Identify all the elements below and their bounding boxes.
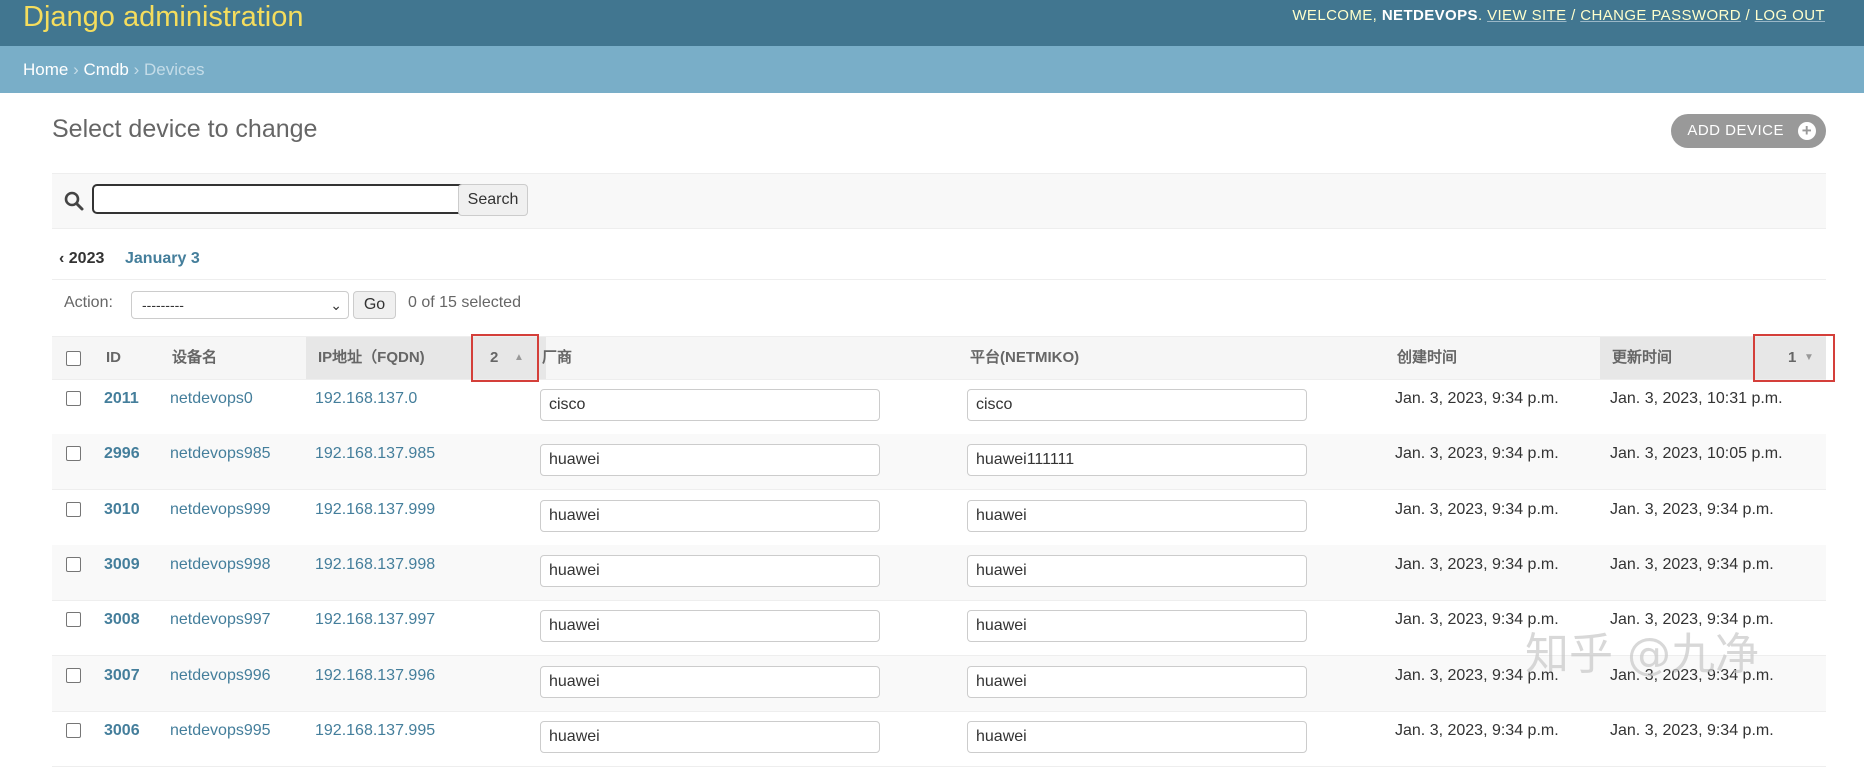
column-header-id[interactable]: ID (106, 337, 121, 379)
row-id-link[interactable]: 3009 (104, 555, 140, 575)
row-updated: Jan. 3, 2023, 9:34 p.m. (1610, 501, 1774, 518)
date-hierarchy-back-link[interactable]: ‹ 2023 (59, 238, 104, 279)
row-name: netdevops985 (170, 445, 271, 462)
row-id-link[interactable]: 2996 (104, 444, 140, 464)
row-ip: 192.168.137.0 (315, 390, 418, 407)
add-device-button[interactable]: ADD DEVICE + (1671, 114, 1826, 148)
row-name: netdevops995 (170, 722, 271, 739)
column-header-platform[interactable]: 平台(NETMIKO) (970, 337, 1079, 379)
date-hierarchy: ‹ 2023 January 3 (52, 238, 1826, 280)
vendor-input[interactable]: huawei (540, 666, 880, 698)
breadcrumb-separator: › (73, 60, 79, 79)
row-name: netdevops996 (170, 667, 271, 684)
row-ip: 192.168.137.999 (315, 501, 436, 518)
row-select-checkbox[interactable] (66, 446, 81, 461)
platform-input[interactable]: huawei (967, 555, 1307, 587)
log-out-link[interactable]: LOG OUT (1755, 7, 1825, 24)
add-device-label: ADD DEVICE (1687, 122, 1784, 139)
row-select-checkbox[interactable] (66, 391, 81, 406)
row-updated: Jan. 3, 2023, 10:31 p.m. (1610, 390, 1783, 407)
highlight-box-updated-sort (1753, 334, 1835, 382)
row-name: netdevops0 (170, 390, 253, 407)
search-icon (64, 191, 84, 211)
site-name[interactable]: Django administration (23, 0, 303, 34)
breadcrumb: Home › Cmdb › Devices (0, 46, 1864, 93)
welcome-text: WELCOME, (1292, 7, 1378, 24)
select-all-checkbox[interactable] (66, 351, 81, 366)
row-created: Jan. 3, 2023, 9:34 p.m. (1395, 722, 1559, 739)
row-updated: Jan. 3, 2023, 9:34 p.m. (1610, 722, 1774, 739)
row-name: netdevops998 (170, 556, 271, 573)
row-id-link[interactable]: 3008 (104, 610, 140, 630)
action-select[interactable]: --------- ⌄ (131, 291, 349, 319)
row-select-checkbox[interactable] (66, 557, 81, 572)
row-ip: 192.168.137.997 (315, 611, 436, 628)
row-id-link[interactable]: 2011 (104, 389, 139, 409)
breadcrumb-current: Devices (144, 60, 205, 79)
column-header-ip-label: IP地址（FQDN) (318, 349, 425, 366)
platform-input[interactable]: huawei (967, 610, 1307, 642)
page-title: Select device to change (52, 115, 318, 143)
platform-input[interactable]: huawei (967, 500, 1307, 532)
column-header-created[interactable]: 创建时间 (1397, 337, 1457, 379)
row-updated: Jan. 3, 2023, 10:05 p.m. (1610, 445, 1783, 462)
column-header-updated-label: 更新时间 (1612, 349, 1673, 366)
platform-input[interactable]: huawei (967, 666, 1307, 698)
row-ip: 192.168.137.995 (315, 722, 436, 739)
action-select-value: --------- (142, 297, 184, 313)
row-select-checkbox[interactable] (66, 502, 81, 517)
table-row: 2996 netdevops985 192.168.137.985 huawei hua… (52, 434, 1826, 490)
row-id-link[interactable]: 3007 (104, 666, 140, 686)
go-button[interactable]: Go (353, 291, 396, 319)
vendor-input[interactable]: huawei (540, 444, 880, 476)
chevron-down-icon: ⌄ (330, 297, 342, 313)
table-row: 2011 netdevops0 192.168.137.0 cisco cisco Jan… (52, 379, 1826, 435)
table-row: 3006 netdevops995 192.168.137.995 huawei hua… (52, 711, 1826, 767)
platform-input[interactable]: cisco (967, 389, 1307, 421)
change-password-link[interactable]: CHANGE PASSWORD (1580, 7, 1741, 24)
plus-icon: + (1798, 122, 1816, 140)
watermark: 知乎 @九净 (1525, 629, 1759, 680)
search-button[interactable]: Search (458, 184, 528, 216)
row-ip: 192.168.137.996 (315, 667, 436, 684)
breadcrumb-home[interactable]: Home (23, 60, 68, 79)
table-header: ID 设备名 IP地址（FQDN) 2 ▲ 厂商 平台(NETMIKO) 创建时… (52, 336, 1826, 380)
row-select-checkbox[interactable] (66, 668, 81, 683)
row-name: netdevops997 (170, 611, 271, 628)
search-input[interactable] (92, 184, 492, 214)
row-created: Jan. 3, 2023, 9:34 p.m. (1395, 390, 1559, 407)
username: NETDEVOPS (1381, 7, 1478, 24)
platform-input[interactable]: huawei111111 (967, 444, 1307, 476)
vendor-input[interactable]: cisco (540, 389, 880, 421)
row-name: netdevops999 (170, 501, 271, 518)
view-site-link[interactable]: VIEW SITE (1487, 7, 1566, 24)
row-select-checkbox[interactable] (66, 723, 81, 738)
row-ip: 192.168.137.985 (315, 445, 436, 462)
row-created: Jan. 3, 2023, 9:34 p.m. (1395, 556, 1559, 573)
row-ip: 192.168.137.998 (315, 556, 436, 573)
vendor-input[interactable]: huawei (540, 500, 880, 532)
row-updated: Jan. 3, 2023, 9:34 p.m. (1610, 556, 1774, 573)
search-toolbar: Search (52, 173, 1826, 229)
selected-count: 0 of 15 selected (408, 294, 521, 311)
date-hierarchy-current[interactable]: January 3 (125, 238, 200, 279)
breadcrumb-separator: › (133, 60, 140, 79)
column-header-vendor[interactable]: 厂商 (542, 337, 572, 379)
header-bar: Django administration WELCOME, NETDEVOPS… (0, 0, 1864, 46)
row-created: Jan. 3, 2023, 9:34 p.m. (1395, 445, 1559, 462)
user-tools: WELCOME, NETDEVOPS. VIEW SITE / CHANGE P… (1292, 7, 1825, 24)
column-header-name[interactable]: 设备名 (172, 337, 217, 379)
actions-bar: Action: --------- ⌄ Go 0 of 15 selected (52, 280, 1826, 329)
action-label: Action: (64, 294, 113, 311)
vendor-input[interactable]: huawei (540, 610, 880, 642)
vendor-input[interactable]: huawei (540, 555, 880, 587)
row-select-checkbox[interactable] (66, 612, 81, 627)
row-id-link[interactable]: 3010 (104, 500, 140, 520)
table-row: 3010 netdevops999 192.168.137.999 huawei hua… (52, 490, 1826, 546)
breadcrumb-cmdb[interactable]: Cmdb (84, 60, 129, 79)
table-row: 3009 netdevops998 192.168.137.998 huawei hua… (52, 545, 1826, 601)
row-id-link[interactable]: 3006 (104, 721, 140, 741)
row-created: Jan. 3, 2023, 9:34 p.m. (1395, 501, 1559, 518)
highlight-box-ip-sort (471, 334, 539, 382)
